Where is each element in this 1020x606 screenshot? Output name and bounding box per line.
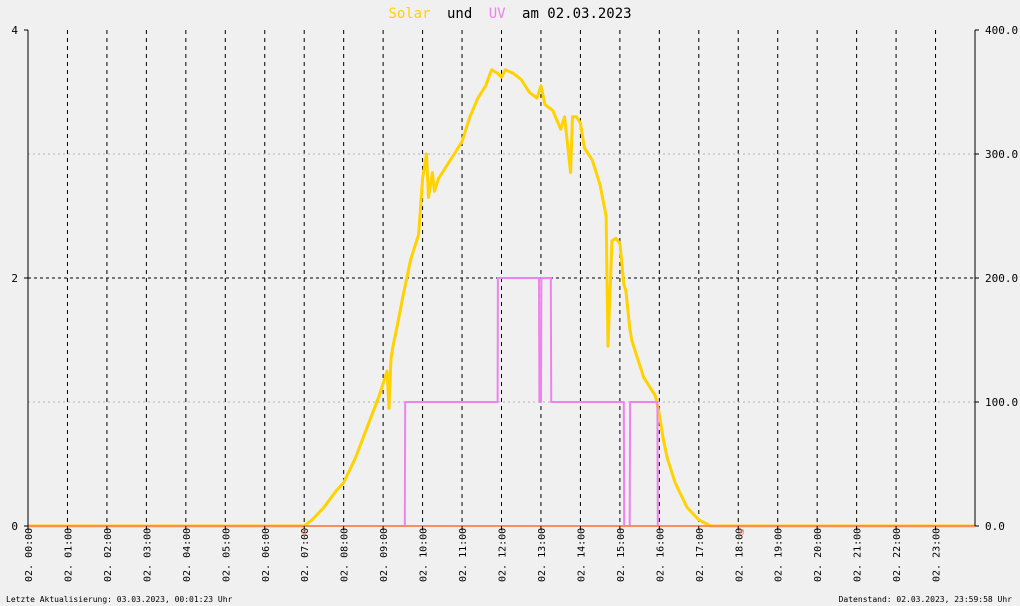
left-tick-label: 4 [11, 24, 18, 37]
right-tick-label: 0.0 [985, 520, 1005, 533]
chart-root: 0 2 4 0.0 100.0 200.0 300.0 400.0 02. 00:00 02. 0… [0, 0, 1020, 606]
x-tick-label: 02. 03:00 [142, 528, 153, 582]
right-tick-label: 300.0 [985, 148, 1018, 161]
x-tick-label: 02. 20:00 [813, 528, 824, 582]
zero-marker: 0 [302, 528, 307, 537]
footer-data-status: Datenstand: 02.03.2023, 23:59:58 Uhr [839, 595, 1013, 604]
x-tick-label: 02. 09:00 [379, 528, 390, 582]
x-tick-label: 02. 04:00 [182, 528, 193, 582]
right-tick-label: 400.0 [985, 24, 1018, 37]
zero-marker: 0 [740, 528, 745, 537]
x-tick-label: 02. 16:00 [655, 528, 666, 582]
left-tick-label: 0 [11, 520, 18, 533]
x-tick-label: 02. 01:00 [63, 528, 74, 582]
solar-uv-chart: 0 2 4 0.0 100.0 200.0 300.0 400.0 02. 00:00 02. 0… [6, 6, 1018, 604]
x-tick-label: 02. 12:00 [498, 528, 509, 582]
x-tick-label: 02. 00:00 [24, 528, 35, 582]
x-tick-label: 02. 14:00 [576, 528, 587, 582]
x-tick-label: 02. 02:00 [103, 528, 114, 582]
x-tick-label: 02. 22:00 [892, 528, 903, 582]
right-tick-label: 200.0 [985, 272, 1018, 285]
footer-last-update: Letzte Aktualisierung: 03.03.2023, 00:01… [6, 595, 233, 604]
title-und: und [447, 6, 472, 22]
x-tick-label: 02. 23:00 [932, 528, 943, 582]
x-tick-label: 02. 08:00 [340, 528, 351, 582]
right-tick-label: 100.0 [985, 396, 1018, 409]
chart-title: Solar und UV am 02.03.2023 [388, 6, 631, 22]
x-tick-label: 02. 06:00 [261, 528, 272, 582]
labels: 0 2 4 0.0 100.0 200.0 300.0 400.0 02. 00:00 02. 0… [11, 24, 1018, 582]
left-tick-label: 2 [11, 272, 18, 285]
x-tick-label: 02. 19:00 [774, 528, 785, 582]
x-tick-label: 02. 05:00 [221, 528, 232, 582]
title-date: am 02.03.2023 [522, 6, 632, 22]
x-tick-label: 02. 21:00 [853, 528, 864, 582]
x-tick-label: 02. 10:00 [419, 528, 430, 582]
x-tick-label: 02. 15:00 [616, 528, 627, 582]
title-uv: UV [489, 6, 506, 22]
x-tick-label: 02. 13:00 [537, 528, 548, 582]
title-solar: Solar [388, 6, 430, 22]
x-tick-label: 02. 17:00 [695, 528, 706, 582]
x-tick-label: 02. 11:00 [458, 528, 469, 582]
